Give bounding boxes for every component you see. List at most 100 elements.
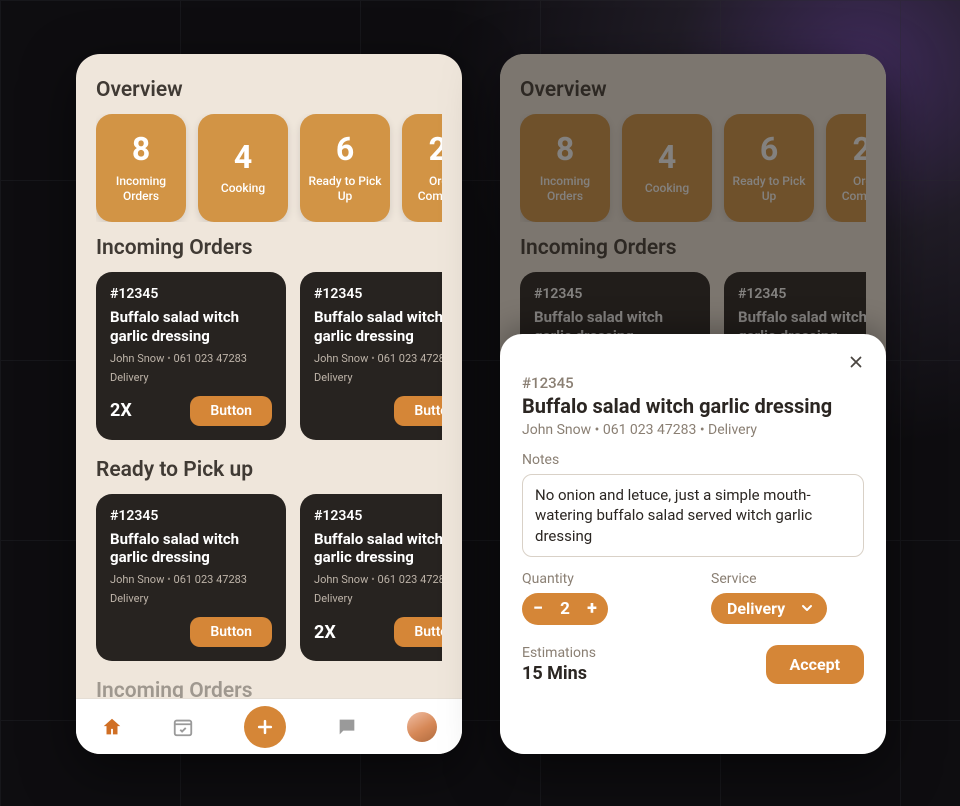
- order-meta: John Snow061 023 47283: [110, 573, 272, 586]
- ready-pickup-heading: Ready to Pick up: [96, 458, 442, 482]
- order-card[interactable]: #12345 Buffalo salad witch garlic dressi…: [300, 272, 442, 440]
- tile-label: Ready to Pick Up: [300, 174, 390, 204]
- notes-label: Notes: [522, 452, 864, 468]
- order-title: Buffalo salad witch garlic dressing: [314, 308, 442, 346]
- order-service: Delivery: [314, 592, 442, 605]
- tile-label: Orders Complated: [402, 174, 442, 204]
- profile-tab[interactable]: [407, 712, 437, 742]
- notes-text: No onion and letuce, just a simple mouth…: [522, 474, 864, 557]
- tile-label: Orders Complated: [826, 174, 866, 204]
- chevron-down-icon: [799, 600, 815, 616]
- sheet-order-title: Buffalo salad witch garlic dressing: [522, 394, 864, 418]
- service-select[interactable]: Delivery: [711, 593, 827, 624]
- order-card[interactable]: #12345 Buffalo salad witch garlic dressi…: [96, 272, 286, 440]
- chat-tab[interactable]: [336, 716, 358, 738]
- quantity-label: Quantity: [522, 571, 675, 587]
- order-id: #12345: [314, 508, 442, 524]
- sheet-order-id: #12345: [522, 374, 864, 392]
- home-tab[interactable]: [101, 716, 123, 738]
- order-detail-sheet: #12345 Buffalo salad witch garlic dressi…: [500, 334, 886, 754]
- order-service: Delivery: [110, 371, 272, 384]
- tile-incoming[interactable]: 8 Incoming Orders: [96, 114, 186, 222]
- phone-left: Overview 8 Incoming Orders 4 Cooking 6 R…: [76, 54, 462, 754]
- tile-label: Ready to Pick Up: [724, 174, 814, 204]
- order-customer: John Snow: [110, 352, 164, 365]
- bottom-tabbar: [76, 698, 462, 754]
- tile-cooking[interactable]: 4 Cooking: [198, 114, 288, 222]
- tile-value: 6: [336, 132, 354, 167]
- tile-ready[interactable]: 6 Ready to Pick Up: [724, 114, 814, 222]
- order-meta: John Snow061 023 47283: [110, 352, 272, 365]
- tile-label: Cooking: [639, 181, 695, 196]
- tile-value: 4: [658, 140, 676, 175]
- home-icon: [101, 716, 123, 738]
- order-customer: John Snow: [110, 573, 164, 586]
- sheet-order-meta: John Snow • 061 023 47283 • Delivery: [522, 422, 864, 438]
- calendar-check-icon: [172, 716, 194, 738]
- accept-button[interactable]: Accept: [766, 645, 864, 684]
- calendar-tab[interactable]: [172, 716, 194, 738]
- tile-value: 4: [234, 140, 252, 175]
- order-card[interactable]: #12345 Buffalo salad witch garlic dressi…: [96, 494, 286, 662]
- order-customer: John Snow: [314, 573, 368, 586]
- order-action-button[interactable]: Button: [394, 617, 442, 647]
- order-action-button[interactable]: Button: [190, 396, 272, 426]
- order-id: #12345: [534, 286, 696, 302]
- order-id: #12345: [110, 508, 272, 524]
- incoming-orders-heading: Incoming Orders: [96, 236, 442, 260]
- tile-completed[interactable]: 21 Orders Complated: [402, 114, 442, 222]
- qty-value: 2: [554, 599, 576, 619]
- order-meta: John Snow061 023 47283: [314, 352, 442, 365]
- incoming-orders-heading: Incoming Orders: [520, 236, 866, 260]
- tile-ready[interactable]: 6 Ready to Pick Up: [300, 114, 390, 222]
- order-qty: 2X: [314, 622, 336, 643]
- order-id: #12345: [110, 286, 272, 302]
- order-action-button[interactable]: Button: [394, 396, 442, 426]
- tile-incoming[interactable]: 8 Incoming Orders: [520, 114, 610, 222]
- order-card[interactable]: #12345 Buffalo salad witch garlic dressi…: [300, 494, 442, 662]
- tile-value: 6: [760, 132, 778, 167]
- tile-value: 21: [429, 132, 442, 167]
- tile-cooking[interactable]: 4 Cooking: [622, 114, 712, 222]
- order-id: #12345: [738, 286, 866, 302]
- order-customer: John Snow: [314, 352, 368, 365]
- tile-label: Incoming Orders: [520, 174, 610, 204]
- tile-label: Incoming Orders: [96, 174, 186, 204]
- tile-label: Cooking: [215, 181, 271, 196]
- order-meta: John Snow061 023 47283: [314, 573, 442, 586]
- sheet-phone: 061 023 47283: [603, 422, 697, 438]
- incoming-orders-row: #12345 Buffalo salad witch garlic dressi…: [96, 272, 442, 440]
- overview-tiles: 8 Incoming Orders 4 Cooking 6 Ready to P…: [96, 114, 442, 222]
- qty-decrease[interactable]: −: [522, 593, 554, 625]
- tile-completed[interactable]: 21 Orders Complated: [826, 114, 866, 222]
- sheet-service: Delivery: [708, 422, 757, 438]
- overview-heading: Overview: [520, 78, 866, 102]
- overview-tiles: 8 Incoming Orders 4 Cooking 6 Ready to P…: [520, 114, 866, 222]
- plus-icon: [255, 717, 275, 737]
- order-phone: 061 023 47283: [368, 352, 442, 365]
- add-fab[interactable]: [244, 706, 286, 748]
- screen-left: Overview 8 Incoming Orders 4 Cooking 6 R…: [76, 54, 462, 754]
- order-title: Buffalo salad witch garlic dressing: [110, 530, 272, 568]
- tile-value: 8: [132, 132, 150, 167]
- phone-right: Overview 8 Incoming Orders 4 Cooking 6 R…: [500, 54, 886, 754]
- order-phone: 061 023 47283: [368, 573, 442, 586]
- tile-value: 8: [556, 132, 574, 167]
- order-action-button[interactable]: Button: [190, 617, 272, 647]
- service-label: Service: [711, 571, 864, 587]
- close-button[interactable]: [842, 348, 870, 376]
- estimation-value: 15 Mins: [522, 663, 675, 684]
- sheet-customer: John Snow: [522, 422, 591, 438]
- qty-increase[interactable]: +: [576, 593, 608, 625]
- chat-icon: [336, 716, 358, 738]
- order-service: Delivery: [314, 371, 442, 384]
- order-qty: 2X: [110, 400, 132, 421]
- tile-value: 21: [853, 132, 866, 167]
- ready-pickup-row: #12345 Buffalo salad witch garlic dressi…: [96, 494, 442, 662]
- overview-heading: Overview: [96, 78, 442, 102]
- order-title: Buffalo salad witch garlic dressing: [110, 308, 272, 346]
- quantity-stepper[interactable]: − 2 +: [522, 593, 608, 625]
- order-service: Delivery: [110, 592, 272, 605]
- close-icon: [847, 353, 865, 371]
- order-title: Buffalo salad witch garlic dressing: [314, 530, 442, 568]
